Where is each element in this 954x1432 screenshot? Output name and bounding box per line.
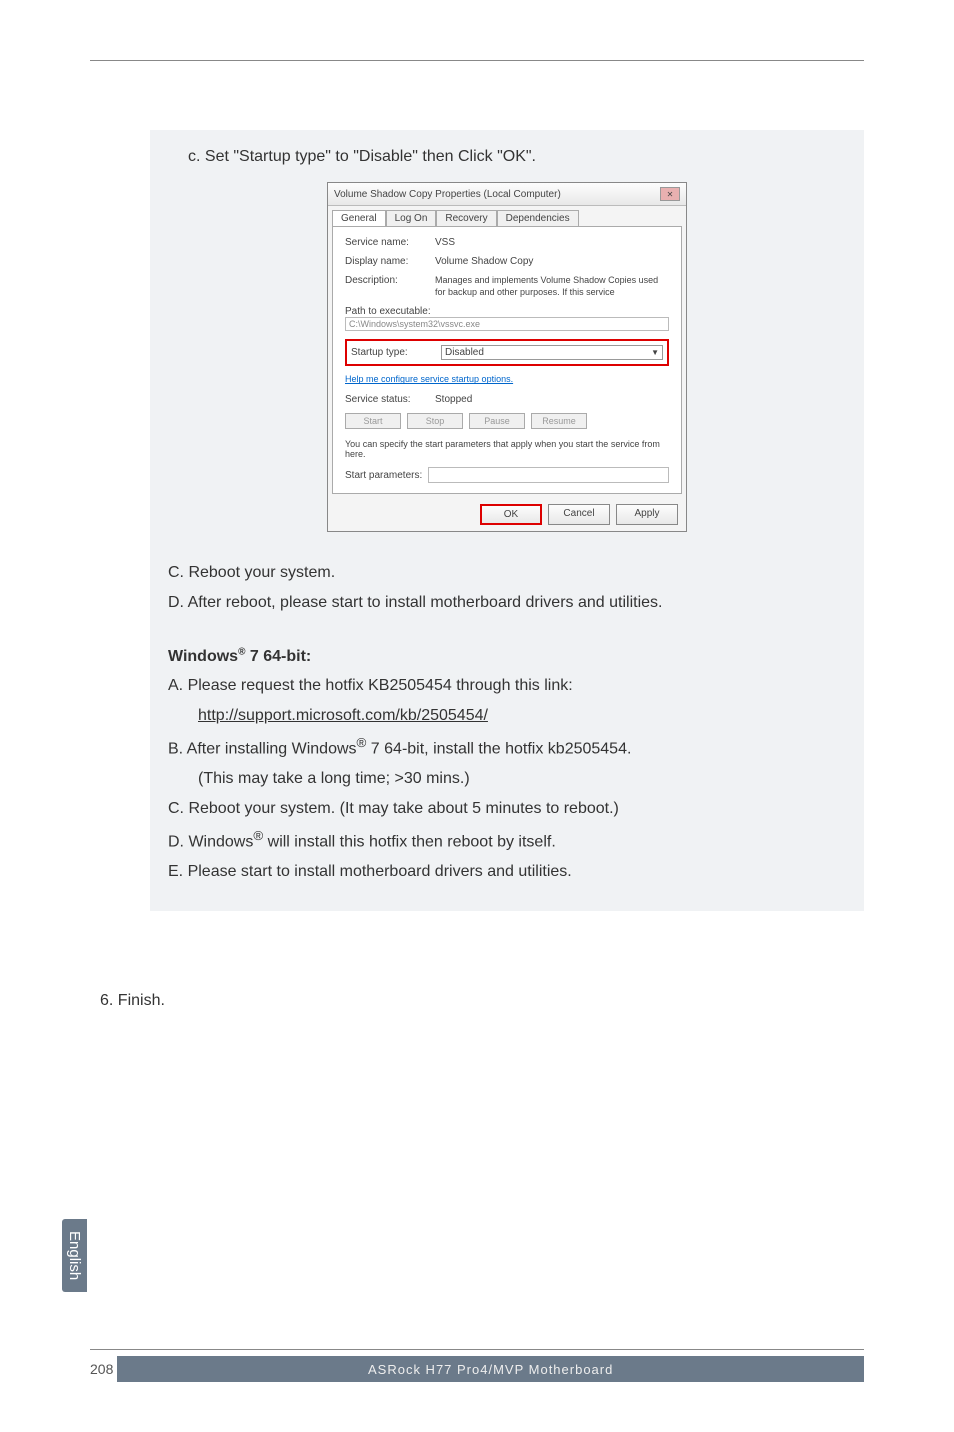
language-tab: English: [62, 1219, 87, 1292]
startup-type-value: Disabled: [445, 347, 484, 358]
start-params-input[interactable]: [428, 467, 669, 483]
display-name-label: Display name:: [345, 256, 435, 267]
start-params-hint: You can specify the start parameters tha…: [345, 439, 669, 459]
close-icon[interactable]: ✕: [660, 187, 680, 201]
tab-logon[interactable]: Log On: [386, 210, 437, 226]
path-value: C:\Windows\system32\vssvc.exe: [345, 317, 669, 331]
description-label: Description:: [345, 275, 435, 286]
footer-divider: [90, 1349, 864, 1350]
cancel-button[interactable]: Cancel: [548, 504, 610, 525]
step-c-title: c. Set "Startup type" to "Disable" then …: [188, 148, 846, 166]
dialog-titlebar: Volume Shadow Copy Properties (Local Com…: [328, 183, 686, 206]
chevron-down-icon: ▼: [651, 348, 659, 357]
win64-step-a: A. Please request the hotfix KB2505454 t…: [168, 673, 846, 699]
pause-button[interactable]: Pause: [469, 413, 525, 429]
display-name-value: Volume Shadow Copy: [435, 256, 669, 267]
win64-step-d: D. Windows® will install this hotfix the…: [168, 825, 846, 855]
step-finish: 6. Finish.: [100, 992, 165, 1010]
properties-dialog: Volume Shadow Copy Properties (Local Com…: [327, 182, 687, 532]
tab-recovery[interactable]: Recovery: [436, 210, 496, 226]
help-link[interactable]: Help me configure service startup option…: [345, 374, 669, 384]
resume-button[interactable]: Resume: [531, 413, 587, 429]
hotfix-link[interactable]: http://support.microsoft.com/kb/2505454/: [198, 707, 488, 724]
ok-button[interactable]: OK: [480, 504, 542, 525]
service-status-label: Service status:: [345, 394, 435, 405]
footer-bar: ASRock H77 Pro4/MVP Motherboard: [117, 1356, 864, 1382]
start-button[interactable]: Start: [345, 413, 401, 429]
win64-heading: Windows® 7 64-bit:: [168, 644, 846, 670]
page-footer: 208 ASRock H77 Pro4/MVP Motherboard: [90, 1349, 864, 1382]
service-name-value: VSS: [435, 237, 669, 248]
step-list: C. Reboot your system. D. After reboot, …: [168, 560, 846, 885]
service-name-label: Service name:: [345, 237, 435, 248]
tab-general[interactable]: General: [332, 210, 386, 226]
instruction-panel: c. Set "Startup type" to "Disable" then …: [150, 130, 864, 911]
win64-step-b: B. After installing Windows® 7 64-bit, i…: [168, 732, 846, 762]
top-divider: [90, 60, 864, 61]
dialog-tabs: General Log On Recovery Dependencies: [328, 206, 686, 226]
dialog-footer: OK Cancel Apply: [328, 498, 686, 531]
win64-step-e: E. Please start to install motherboard d…: [168, 859, 846, 885]
dialog-title: Volume Shadow Copy Properties (Local Com…: [334, 189, 561, 200]
startup-type-highlight: Startup type: Disabled ▼: [345, 339, 669, 366]
startup-type-label: Startup type:: [351, 347, 441, 358]
step-reboot: C. Reboot your system.: [168, 560, 846, 586]
step-install-drivers: D. After reboot, please start to install…: [168, 590, 846, 616]
start-params-label: Start parameters:: [345, 470, 422, 481]
win64-step-c: C. Reboot your system. (It may take abou…: [168, 796, 846, 822]
page-number: 208: [90, 1361, 113, 1377]
win64-step-b-note: (This may take a long time; >30 mins.): [198, 766, 846, 792]
startup-type-select[interactable]: Disabled ▼: [441, 345, 663, 360]
tab-dependencies[interactable]: Dependencies: [497, 210, 579, 226]
dialog-body: Service name: VSS Display name: Volume S…: [332, 226, 682, 494]
path-label: Path to executable:: [345, 306, 669, 317]
apply-button[interactable]: Apply: [616, 504, 678, 525]
description-value: Manages and implements Volume Shadow Cop…: [435, 275, 669, 298]
service-status-value: Stopped: [435, 394, 669, 405]
dialog-screenshot: Volume Shadow Copy Properties (Local Com…: [168, 182, 846, 532]
stop-button[interactable]: Stop: [407, 413, 463, 429]
